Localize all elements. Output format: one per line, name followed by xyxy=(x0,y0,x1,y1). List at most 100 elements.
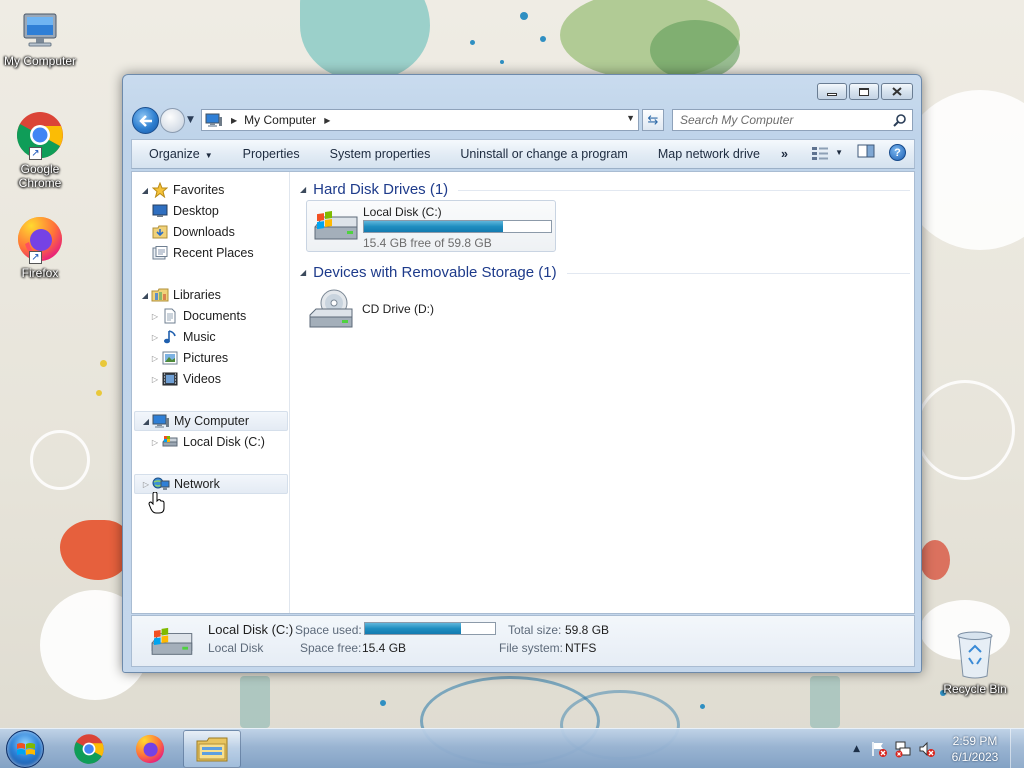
maximize-button[interactable] xyxy=(849,83,879,100)
desktop-folder-icon xyxy=(151,203,169,219)
nav-videos[interactable]: ▷ Videos xyxy=(150,369,221,389)
help-icon: ? xyxy=(894,146,901,159)
nav-desktop[interactable]: Desktop xyxy=(150,201,219,221)
breadcrumb-my-computer[interactable]: My Computer xyxy=(244,113,316,127)
drive-usage-fill xyxy=(364,221,503,232)
expand-arrow-icon[interactable]: ▷ xyxy=(141,480,151,489)
cd-drive-icon xyxy=(309,289,353,328)
breadcrumb-separator-icon[interactable]: ▶ xyxy=(231,116,237,125)
firefox-icon: ↗ xyxy=(15,214,65,264)
details-space-free-label: Space free: xyxy=(300,641,362,655)
refresh-icon: ⇆ xyxy=(647,112,659,128)
recycle-bin-icon xyxy=(955,630,995,680)
more-commands-button[interactable]: » xyxy=(775,147,798,161)
network-status-icon[interactable] xyxy=(894,740,912,758)
refresh-button[interactable]: ⇆ xyxy=(642,109,664,131)
taskbar-explorer-button[interactable] xyxy=(183,730,241,768)
group-header-hard-disk-drives[interactable]: ◢ Hard Disk Drives (1) xyxy=(300,179,910,199)
action-center-flag-icon[interactable] xyxy=(870,740,888,758)
chrome-icon: ↗ xyxy=(15,110,65,160)
collapse-triangle-icon[interactable]: ◢ xyxy=(300,185,306,194)
taskbar: ▲ 2:59 PM 6/1/2023 xyxy=(0,728,1024,768)
nav-downloads[interactable]: Downloads xyxy=(150,222,235,242)
details-pane: Local Disk (C:) Local Disk Space used: S… xyxy=(131,615,915,667)
drive-item-cd-drive-d[interactable]: CD Drive (D:) xyxy=(306,286,434,332)
expand-arrow-icon[interactable]: ◢ xyxy=(141,417,151,426)
taskbar-clock[interactable]: 2:59 PM 6/1/2023 xyxy=(940,733,1010,765)
recent-pages-dropdown[interactable]: ▼ xyxy=(187,115,194,125)
mouse-cursor-hand-icon xyxy=(148,492,165,514)
hard-drive-icon xyxy=(151,627,193,655)
minimize-button[interactable] xyxy=(817,83,847,100)
expand-arrow-icon[interactable]: ◢ xyxy=(140,186,150,195)
close-button[interactable] xyxy=(881,83,913,100)
view-controls: ▼ ? xyxy=(811,144,906,161)
desktop-icon-label: Recycle Bin xyxy=(943,682,1007,696)
collapse-triangle-icon[interactable]: ◢ xyxy=(300,268,306,277)
desktop-icon-google-chrome[interactable]: ↗ Google Chrome xyxy=(0,110,80,190)
show-hidden-icons-button[interactable]: ▲ xyxy=(853,744,860,754)
computer-small-icon xyxy=(152,413,170,429)
my-computer-icon xyxy=(18,8,62,52)
expand-arrow-icon[interactable]: ▷ xyxy=(150,312,160,321)
expand-arrow-icon[interactable]: ▷ xyxy=(150,375,160,384)
drive-usage-bar xyxy=(363,220,552,233)
command-bar: Organize ▼ Properties System properties U… xyxy=(131,139,915,169)
address-dropdown-icon[interactable]: ▼ xyxy=(626,113,635,123)
nav-documents[interactable]: ▷ Documents xyxy=(150,306,246,326)
taskbar-firefox-button[interactable] xyxy=(121,730,179,768)
nav-network[interactable]: ▷ Network xyxy=(134,474,288,494)
start-button[interactable] xyxy=(6,730,44,768)
firefox-icon xyxy=(135,734,165,764)
back-button[interactable] xyxy=(132,107,159,134)
nav-my-computer[interactable]: ◢ My Computer xyxy=(134,411,288,431)
back-arrow-icon xyxy=(138,114,152,127)
expand-arrow-icon[interactable]: ▷ xyxy=(150,354,160,363)
network-icon xyxy=(152,476,170,492)
desktop-icon-my-computer[interactable]: My Computer xyxy=(0,8,80,68)
nav-music[interactable]: ▷ Music xyxy=(150,327,216,347)
nav-label: Pictures xyxy=(183,351,229,365)
desktop-icon-label: Firefox xyxy=(21,266,59,280)
properties-button[interactable]: Properties xyxy=(228,147,315,161)
desktop-icon-recycle-bin[interactable]: Recycle Bin xyxy=(935,630,1015,696)
nav-favorites[interactable]: ◢ Favorites xyxy=(140,180,224,200)
preview-pane-button[interactable] xyxy=(857,144,875,161)
breadcrumb-separator-icon[interactable]: ▶ xyxy=(324,116,330,125)
drive-item-local-disk-c[interactable]: Local Disk (C:) 15.4 GB free of 59.8 GB xyxy=(306,200,556,252)
nav-libraries[interactable]: ◢ Libraries xyxy=(140,285,221,305)
search-input[interactable]: Search My Computer xyxy=(672,109,913,131)
expand-arrow-icon[interactable]: ◢ xyxy=(140,291,150,300)
preview-pane-icon xyxy=(857,144,875,158)
windows-logo-icon xyxy=(17,743,35,755)
group-header-removable-storage[interactable]: ◢ Devices with Removable Storage (1) xyxy=(300,262,910,282)
uninstall-program-button[interactable]: Uninstall or change a program xyxy=(445,147,642,161)
expand-arrow-icon[interactable]: ▷ xyxy=(150,438,160,447)
maximize-icon xyxy=(859,87,869,96)
taskbar-chrome-button[interactable] xyxy=(60,730,118,768)
forward-button[interactable] xyxy=(160,108,185,133)
volume-muted-icon[interactable] xyxy=(918,740,936,758)
chrome-icon xyxy=(74,734,104,764)
details-drive-name: Local Disk (C:) xyxy=(208,622,294,637)
system-properties-button[interactable]: System properties xyxy=(315,147,446,161)
organize-button[interactable]: Organize ▼ xyxy=(132,147,228,161)
address-bar[interactable]: ▶ My Computer ▶ ▼ xyxy=(201,109,639,131)
documents-icon xyxy=(161,308,179,324)
group-title: Hard Disk Drives (1) xyxy=(313,180,449,198)
nav-local-disk-c[interactable]: ▷ Local Disk (C:) xyxy=(150,432,265,452)
map-network-drive-button[interactable]: Map network drive xyxy=(643,147,775,161)
expand-arrow-icon[interactable]: ▷ xyxy=(150,333,160,342)
nav-pictures[interactable]: ▷ Pictures xyxy=(150,348,228,368)
change-view-button[interactable]: ▼ xyxy=(811,146,843,160)
computer-small-icon xyxy=(205,113,222,127)
pictures-icon xyxy=(161,350,179,366)
nav-recent-places[interactable]: Recent Places xyxy=(150,243,254,263)
show-desktop-button[interactable] xyxy=(1010,729,1024,768)
nav-label: Videos xyxy=(183,372,221,386)
search-icon xyxy=(893,114,906,127)
organize-label: Organize xyxy=(149,147,200,161)
desktop-icon-firefox[interactable]: ↗ Firefox xyxy=(0,214,80,280)
help-button[interactable]: ? xyxy=(889,144,906,161)
window-controls xyxy=(817,83,913,100)
